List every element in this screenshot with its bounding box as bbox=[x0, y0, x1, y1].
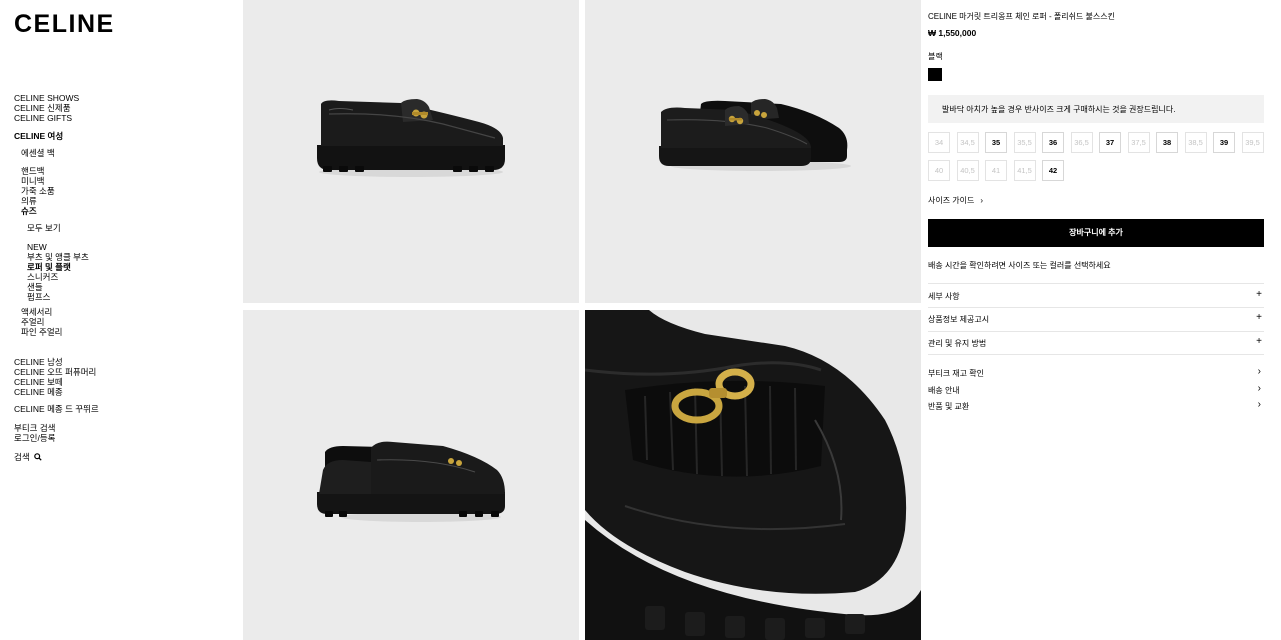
sidebar: CELINE CELINE SHOWS CELINE 신제품 CELINE GI… bbox=[0, 0, 243, 640]
nav-item-fine-jewelry[interactable]: 파인 주얼리 bbox=[14, 327, 62, 337]
chevron-right-icon: › bbox=[980, 196, 984, 205]
size-option[interactable]: 38 bbox=[1156, 132, 1178, 153]
nav-item-handbags[interactable]: 핸드백 bbox=[14, 166, 55, 176]
celine-logo[interactable]: CELINE bbox=[14, 10, 115, 39]
chevron-right-icon: › bbox=[1257, 383, 1261, 394]
nav-item-shows[interactable]: CELINE SHOWS bbox=[14, 93, 79, 103]
nav-item-essential-bag[interactable]: 에센셜 백 bbox=[14, 148, 55, 158]
size-option[interactable]: 39 bbox=[1213, 132, 1235, 153]
nav-item-accessories[interactable]: 액세서리 bbox=[14, 307, 62, 317]
divider bbox=[928, 354, 1264, 355]
nav-item-store-locator[interactable]: 부티크 검색 bbox=[14, 423, 55, 433]
nav-item-boots[interactable]: 부츠 및 앵클 부츠 bbox=[14, 252, 89, 262]
link-label: 배송 안내 bbox=[928, 386, 960, 395]
size-option[interactable]: 36 bbox=[1042, 132, 1064, 153]
nav-item-maison[interactable]: CELINE 메종 bbox=[14, 387, 96, 397]
plus-icon: + bbox=[1256, 289, 1262, 300]
link-boutique-stock[interactable]: 부티크 재고 확인 › bbox=[928, 366, 1264, 379]
nav-item-minibags[interactable]: 미니백 bbox=[14, 176, 55, 186]
nav-item-login[interactable]: 로그인/등록 bbox=[14, 433, 55, 443]
product-image-2[interactable] bbox=[585, 0, 921, 303]
nav-item-pumps[interactable]: 펌프스 bbox=[14, 292, 89, 302]
divider bbox=[928, 307, 1264, 308]
size-option[interactable]: 35,5 bbox=[1013, 132, 1036, 153]
nav-item-clothing[interactable]: 의류 bbox=[14, 196, 55, 206]
nav-item-gifts[interactable]: CELINE GIFTS bbox=[14, 113, 79, 123]
nav-item-maison-couture[interactable]: CELINE 메종 드 꾸뛰르 bbox=[14, 404, 99, 414]
nav-item-women[interactable]: CELINE 여성 bbox=[14, 131, 63, 141]
search-icon bbox=[33, 453, 42, 461]
accordion-label: 세부 사항 bbox=[928, 292, 960, 301]
plus-icon: + bbox=[1256, 336, 1262, 347]
product-title: CELINE 마거릿 트리옹프 체인 로퍼 - 폴리쉬드 불스스킨 bbox=[928, 12, 1115, 21]
nav-group-account: 부티크 검색 로그인/등록 bbox=[14, 423, 55, 443]
accordion-label: 관리 및 유지 방법 bbox=[928, 339, 987, 348]
size-option[interactable]: 38,5 bbox=[1184, 132, 1207, 153]
plus-icon: + bbox=[1256, 312, 1262, 323]
link-shipping-info[interactable]: 배송 안내 › bbox=[928, 383, 1264, 396]
nav-item-leather-goods[interactable]: 가죽 소품 bbox=[14, 186, 55, 196]
product-image-3[interactable] bbox=[243, 310, 579, 640]
size-option[interactable]: 34 bbox=[928, 132, 950, 153]
nav-group-search: 검색 bbox=[14, 452, 42, 462]
size-option[interactable]: 34,5 bbox=[956, 132, 979, 153]
divider bbox=[928, 283, 1264, 284]
nav-item-beaute[interactable]: CELINE 보떼 bbox=[14, 377, 96, 387]
add-to-cart-button[interactable]: 장바구니에 추가 bbox=[928, 219, 1264, 247]
size-option[interactable]: 40,5 bbox=[956, 160, 979, 181]
size-option[interactable]: 42 bbox=[1042, 160, 1064, 181]
size-option[interactable]: 36,5 bbox=[1070, 132, 1093, 153]
chevron-right-icon: › bbox=[1257, 366, 1261, 377]
nav-item-perfumery[interactable]: CELINE 오뜨 퍼퓨머리 bbox=[14, 367, 96, 377]
nav-item-view-all[interactable]: 모두 보기 bbox=[14, 223, 61, 233]
accordion-label: 상품정보 제공고시 bbox=[928, 315, 990, 324]
color-swatch-black[interactable] bbox=[928, 68, 942, 81]
product-price: ₩ 1,550,000 bbox=[928, 28, 977, 38]
nav-item-men[interactable]: CELINE 남성 bbox=[14, 357, 96, 367]
product-panel: CELINE 마거릿 트리옹프 체인 로퍼 - 폴리쉬드 불스스킨 ₩ 1,55… bbox=[928, 0, 1264, 640]
nav-group-categories: 핸드백 미니백 가죽 소품 의류 슈즈 bbox=[14, 166, 55, 216]
nav-group-main: CELINE SHOWS CELINE 신제품 CELINE GIFTS bbox=[14, 93, 79, 123]
nav-item-shoes[interactable]: 슈즈 bbox=[14, 206, 55, 216]
fit-note: 발바닥 아치가 높을 경우 반사이즈 크게 구매하시는 것을 권장드립니다. bbox=[928, 95, 1264, 123]
size-option[interactable]: 39,5 bbox=[1241, 132, 1264, 153]
nav-item-shoes-new[interactable]: NEW bbox=[14, 242, 89, 252]
size-guide-link[interactable]: 사이즈 가이드 › bbox=[928, 195, 983, 206]
size-option[interactable]: 40 bbox=[928, 160, 950, 181]
accordion-care[interactable]: 관리 및 유지 방법 + bbox=[928, 336, 1264, 349]
link-label: 부티크 재고 확인 bbox=[928, 369, 984, 378]
color-label: 블랙 bbox=[928, 52, 943, 61]
size-option[interactable]: 41 bbox=[985, 160, 1007, 181]
product-image-1[interactable] bbox=[243, 0, 579, 303]
size-option[interactable]: 37,5 bbox=[1127, 132, 1150, 153]
nav-group-others: 액세서리 주얼리 파인 주얼리 bbox=[14, 307, 62, 337]
nav-item-sneakers[interactable]: 스니커즈 bbox=[14, 272, 89, 282]
divider bbox=[928, 331, 1264, 332]
accordion-product-info[interactable]: 상품정보 제공고시 + bbox=[928, 312, 1264, 325]
nav-group-view-all: 모두 보기 bbox=[14, 223, 61, 233]
accordion-details[interactable]: 세부 사항 + bbox=[928, 289, 1264, 302]
chevron-right-icon: › bbox=[1257, 399, 1261, 410]
shipping-note: 배송 시간을 확인하려면 사이즈 또는 컬러를 선택하세요 bbox=[928, 261, 1111, 270]
link-returns[interactable]: 반품 및 교환 › bbox=[928, 399, 1264, 412]
nav-group-other-lines: CELINE 남성 CELINE 오뜨 퍼퓨머리 CELINE 보떼 CELIN… bbox=[14, 357, 96, 397]
size-guide-label: 사이즈 가이드 bbox=[928, 196, 975, 205]
nav-item-jewelry[interactable]: 주얼리 bbox=[14, 317, 62, 327]
search-button[interactable]: 검색 bbox=[14, 452, 42, 462]
search-label: 검색 bbox=[14, 452, 30, 462]
nav-item-sandals[interactable]: 샌들 bbox=[14, 282, 89, 292]
product-image-4[interactable] bbox=[585, 310, 921, 640]
nav-item-loafers[interactable]: 로퍼 및 플랫 bbox=[14, 262, 89, 272]
size-option[interactable]: 35 bbox=[985, 132, 1007, 153]
nav-group-couture: CELINE 메종 드 꾸뛰르 bbox=[14, 404, 99, 414]
nav-group-essential: 에센셜 백 bbox=[14, 148, 55, 158]
nav-item-new[interactable]: CELINE 신제품 bbox=[14, 103, 79, 113]
link-label: 반품 및 교환 bbox=[928, 402, 970, 411]
nav-group-women: CELINE 여성 bbox=[14, 131, 63, 141]
size-option[interactable]: 37 bbox=[1099, 132, 1121, 153]
size-option[interactable]: 41,5 bbox=[1013, 160, 1036, 181]
nav-group-shoe-items: NEW 부츠 및 앵클 부츠 로퍼 및 플랫 스니커즈 샌들 펌프스 bbox=[14, 242, 89, 302]
